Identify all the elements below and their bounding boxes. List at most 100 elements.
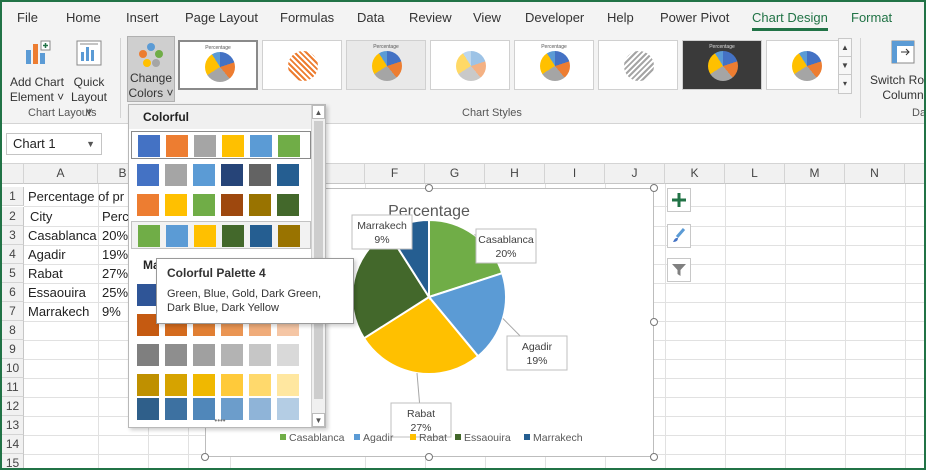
tab-insert[interactable]: Insert xyxy=(126,10,159,25)
column-header-j[interactable]: J xyxy=(605,164,665,184)
column-header-o[interactable] xyxy=(905,164,926,184)
row-header-9[interactable]: 9 xyxy=(2,340,24,359)
color-swatch xyxy=(166,135,188,157)
cell-a6[interactable]: Essaouira xyxy=(24,283,98,302)
chart-style-4[interactable] xyxy=(430,40,510,90)
styles-gallery-scroll[interactable]: ▲ ▼ ▾ xyxy=(838,38,852,94)
row-header-15[interactable]: 15 xyxy=(2,454,24,470)
column-header-h[interactable]: H xyxy=(485,164,545,184)
chart-style-6[interactable] xyxy=(598,40,678,90)
color-swatch xyxy=(165,194,187,216)
add-chart-element-button[interactable]: Add Chart Element ˅ xyxy=(8,38,66,105)
row-header-6[interactable]: 6 xyxy=(2,283,24,302)
colorful-palette-4[interactable] xyxy=(131,221,311,249)
tab-page-layout[interactable]: Page Layout xyxy=(185,10,258,25)
tab-home[interactable]: Home xyxy=(66,10,101,25)
legend-label: Casablanca xyxy=(289,432,345,444)
cell-b4[interactable]: 19% xyxy=(98,245,128,264)
column-header-l[interactable]: L xyxy=(725,164,785,184)
tab-file[interactable]: File xyxy=(17,10,38,25)
tab-developer[interactable]: Developer xyxy=(525,10,584,25)
tab-view[interactable]: View xyxy=(473,10,501,25)
cell-b5[interactable]: 27% xyxy=(98,264,128,283)
scroll-down-icon[interactable]: ▼ xyxy=(839,57,851,75)
scroll-down-icon[interactable]: ▼ xyxy=(312,413,325,427)
row-header-3[interactable]: 3 xyxy=(2,226,24,245)
column-header-a[interactable]: A xyxy=(24,164,98,184)
select-all-corner[interactable] xyxy=(2,164,24,184)
tab-formulas[interactable]: Formulas xyxy=(280,10,334,25)
column-header-f[interactable]: F xyxy=(365,164,425,184)
cell-a7[interactable]: Marrakech xyxy=(24,302,98,321)
tab-chart-design[interactable]: Chart Design xyxy=(752,10,828,31)
row-header-1[interactable]: 1 xyxy=(2,187,24,206)
resize-grip[interactable]: •••• xyxy=(129,417,311,427)
row-header-12[interactable]: 12 xyxy=(2,397,24,416)
color-swatch xyxy=(250,135,272,157)
color-swatch xyxy=(193,194,215,216)
resize-handle[interactable] xyxy=(425,184,433,192)
scroll-up-icon[interactable]: ▲ xyxy=(839,39,851,57)
chart-styles-button[interactable] xyxy=(667,224,691,248)
cell-a2[interactable]: City xyxy=(26,207,98,226)
column-header-k[interactable]: K xyxy=(665,164,725,184)
color-swatch xyxy=(250,225,272,247)
chart-filters-button[interactable] xyxy=(667,258,691,282)
colorful-palette-1[interactable] xyxy=(131,131,311,159)
tab-review[interactable]: Review xyxy=(409,10,452,25)
cell-b2[interactable]: Perce xyxy=(98,207,128,226)
resize-handle[interactable] xyxy=(650,318,658,326)
cell-b3[interactable]: 20% xyxy=(98,226,128,245)
resize-handle[interactable] xyxy=(201,453,209,461)
colorful-palette-3[interactable] xyxy=(131,191,311,219)
cell-b7[interactable]: 9% xyxy=(98,302,128,321)
tab-data[interactable]: Data xyxy=(357,10,384,25)
color-swatch xyxy=(277,344,299,366)
chevron-down-icon[interactable]: ▼ xyxy=(86,134,95,154)
row-header-14[interactable]: 14 xyxy=(2,435,24,454)
resize-handle[interactable] xyxy=(650,453,658,461)
row-header-8[interactable]: 8 xyxy=(2,321,24,340)
chart-style-3-pie xyxy=(372,51,402,81)
cell-a4[interactable]: Agadir xyxy=(24,245,98,264)
tab-power-pivot[interactable]: Power Pivot xyxy=(660,10,729,25)
resize-handle[interactable] xyxy=(425,453,433,461)
tooltip-description: Green, Blue, Gold, Dark Green, Dark Blue… xyxy=(167,288,322,314)
row-header-2[interactable]: 2 xyxy=(2,207,24,226)
chart-style-7-title: Percentage xyxy=(709,44,735,50)
row-header-10[interactable]: 10 xyxy=(2,359,24,378)
row-header-11[interactable]: 11 xyxy=(2,378,24,397)
tab-format[interactable]: Format xyxy=(851,10,892,25)
column-header-m[interactable]: M xyxy=(785,164,845,184)
switch-row-column-button[interactable]: Switch Row/ Column xyxy=(868,38,926,103)
row-header-4[interactable]: 4 xyxy=(2,245,24,264)
cell-a1[interactable]: Percentage of pr xyxy=(24,187,128,206)
cell-b6[interactable]: 25% xyxy=(98,283,128,302)
column-header-g[interactable]: G xyxy=(425,164,485,184)
row-header-7[interactable]: 7 xyxy=(2,302,24,321)
scroll-up-icon[interactable]: ▲ xyxy=(312,105,325,119)
color-swatch xyxy=(138,135,160,157)
row-header-13[interactable]: 13 xyxy=(2,416,24,435)
resize-handle[interactable] xyxy=(650,184,658,192)
chart-elements-button[interactable] xyxy=(667,188,691,212)
chart-style-1[interactable]: Percentage xyxy=(178,40,258,90)
chart-style-3[interactable]: Percentage xyxy=(346,40,426,90)
name-box[interactable]: Chart 1 ▼ xyxy=(6,133,102,155)
tab-help[interactable]: Help xyxy=(607,10,634,25)
cell-a5[interactable]: Rabat xyxy=(24,264,98,283)
row-header-5[interactable]: 5 xyxy=(2,264,24,283)
chart-style-8[interactable] xyxy=(766,40,846,90)
monochromatic-palette-3[interactable] xyxy=(131,341,311,369)
chart-style-7[interactable]: Percentage xyxy=(682,40,762,90)
column-header-n[interactable]: N xyxy=(845,164,905,184)
colorful-palette-2[interactable] xyxy=(131,161,311,189)
more-styles-icon[interactable]: ▾ xyxy=(839,75,851,93)
chart-style-5[interactable]: Percentage xyxy=(514,40,594,90)
chart-style-2[interactable] xyxy=(262,40,342,90)
palette-icon xyxy=(139,43,163,67)
color-swatch xyxy=(278,225,300,247)
cell-a3[interactable]: Casablanca xyxy=(24,226,98,245)
change-colors-button[interactable]: Change Colors ˅ xyxy=(127,36,175,102)
column-header-i[interactable]: I xyxy=(545,164,605,184)
